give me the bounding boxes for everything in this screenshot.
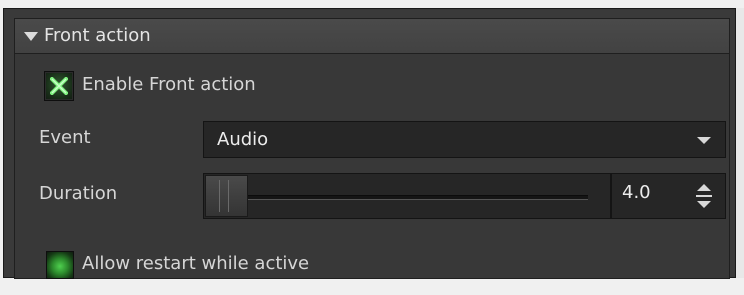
properties-frame: Front action Enable Front action Event A… (3, 8, 736, 279)
front-action-panel: Enable Front action Event Audio Duration… (14, 54, 730, 279)
allow-restart-label: Allow restart while active (82, 253, 310, 274)
spin-divider-icon (696, 195, 712, 197)
enable-front-action-label: Enable Front action (82, 74, 256, 95)
chevron-down-icon[interactable] (697, 137, 711, 144)
slider-thumb[interactable] (205, 175, 248, 217)
slider-track[interactable] (248, 195, 588, 200)
event-dropdown[interactable]: Audio (203, 121, 726, 158)
section-title: Front action (44, 25, 151, 46)
event-label: Event (39, 127, 91, 148)
x-check-icon (50, 77, 68, 95)
enable-front-action-checkbox[interactable] (44, 71, 74, 101)
duration-slider[interactable] (203, 173, 611, 219)
duration-value[interactable]: 4.0 (622, 182, 651, 203)
spin-up-icon[interactable] (697, 184, 711, 191)
event-selected-value: Audio (217, 129, 269, 150)
duration-spinbox[interactable]: 4.0 (611, 173, 726, 219)
allow-restart-toggle[interactable] (46, 251, 74, 279)
expand-triangle-icon[interactable] (24, 32, 38, 41)
window-edge (736, 8, 744, 278)
section-header-front-action[interactable]: Front action (14, 18, 730, 54)
duration-label: Duration (39, 183, 118, 204)
spin-down-icon[interactable] (697, 201, 711, 208)
